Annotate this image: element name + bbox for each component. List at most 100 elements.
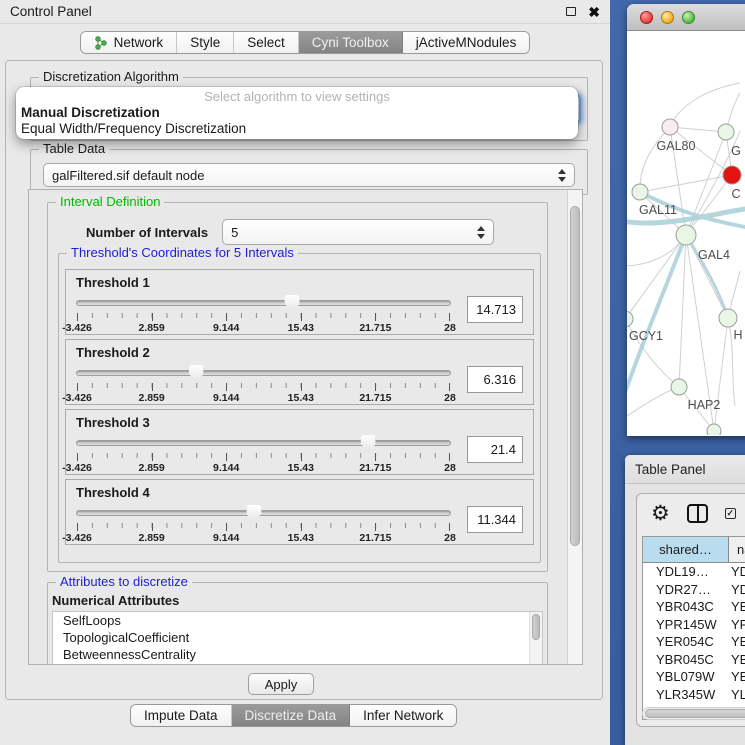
network-window-titlebar[interactable] xyxy=(627,4,745,31)
network-icon xyxy=(94,36,108,50)
network-node[interactable] xyxy=(671,379,687,395)
network-node[interactable] xyxy=(676,225,696,245)
gear-icon[interactable]: ⚙ xyxy=(651,503,670,524)
close-button[interactable] xyxy=(640,11,653,24)
thresholds-group: Threshold's Coordinates for 5 Intervals … xyxy=(58,253,541,563)
network-node[interactable] xyxy=(627,311,633,327)
table-panel-titlebar[interactable]: Table Panel xyxy=(625,455,745,484)
threshold-1-panel: Threshold 1 -3.4262.8599.14415.4321.7152… xyxy=(65,269,534,335)
threshold-4-value-field[interactable]: 11.344 xyxy=(467,506,523,533)
settings-scrollpane: Interval Definition Number of Intervals … xyxy=(28,189,583,665)
column-layout-icon[interactable] xyxy=(687,504,708,523)
tab-style[interactable]: Style xyxy=(177,32,234,53)
threshold-3-slider[interactable]: -3.4262.8599.14415.4321.71528 xyxy=(74,432,455,474)
table-row[interactable]: YPR145WYPR1 xyxy=(643,616,745,634)
tab-cyni-toolbox[interactable]: Cyni Toolbox xyxy=(299,32,403,53)
node-label: H xyxy=(733,328,742,342)
tab-infer-network[interactable]: Infer Network xyxy=(350,705,456,726)
table-cell: YLR345W xyxy=(643,687,729,702)
minimize-button[interactable] xyxy=(661,11,674,24)
slider-handle[interactable] xyxy=(285,295,300,312)
table-cell: YBR0 xyxy=(729,599,745,614)
zoom-button[interactable] xyxy=(682,11,695,24)
network-canvas[interactable]: GAL80GCGAL11GAL4GCY1HHAP2 xyxy=(627,31,745,435)
table-body: YDL19…YDL1YDR27…YDR2YBR043CYBR0YPR145WYP… xyxy=(643,563,745,720)
threshold-1-slider[interactable]: -3.4262.8599.14415.4321.71528 xyxy=(74,292,455,334)
table-row[interactable]: YDR27…YDR2 xyxy=(643,581,745,599)
dropdown-option-equal-width-frequency[interactable]: Equal Width/Frequency Discretization xyxy=(16,121,578,137)
slider-tick-label: 28 xyxy=(444,532,456,544)
node-label: HAP2 xyxy=(688,398,721,412)
numerical-attributes-label: Numerical Attributes xyxy=(52,593,547,608)
network-node[interactable] xyxy=(718,124,734,140)
threshold-4-slider[interactable]: -3.4262.8599.14415.4321.71528 xyxy=(74,502,455,544)
attribute-item[interactable]: SelfLoops xyxy=(53,612,542,629)
list-scrollbar[interactable] xyxy=(529,612,542,664)
network-node[interactable] xyxy=(707,424,721,435)
slider-handle[interactable] xyxy=(246,505,261,522)
slider-tick-label: 28 xyxy=(444,392,456,404)
slider-tick-label: -3.426 xyxy=(62,462,92,474)
number-of-intervals-combobox[interactable]: 5 xyxy=(222,219,494,245)
scrollbar-thumb[interactable] xyxy=(570,206,580,546)
tab-label: Infer Network xyxy=(363,708,443,723)
table-row[interactable]: YLR345WYLR3 xyxy=(643,686,745,704)
column-header-shared-name[interactable]: shared… xyxy=(643,537,729,562)
slider-track[interactable] xyxy=(76,300,451,306)
network-node[interactable] xyxy=(632,184,648,200)
tab-discretize-data[interactable]: Discretize Data xyxy=(232,705,351,726)
threshold-1-value-field[interactable]: 14.713 xyxy=(467,296,523,323)
threshold-2-value-field[interactable]: 6.316 xyxy=(467,366,523,393)
table-row[interactable]: YDL19…YDL1 xyxy=(643,563,745,581)
network-view-window: GAL80GCGAL11GAL4GCY1HHAP2 xyxy=(627,4,745,436)
slider-track[interactable] xyxy=(76,370,451,376)
tab-impute-data[interactable]: Impute Data xyxy=(131,705,232,726)
attribute-item[interactable]: TopologicalCoefficient xyxy=(53,629,542,646)
table-cell: YER0 xyxy=(729,634,745,649)
network-node[interactable] xyxy=(723,166,741,184)
slider-tick-label: 21.715 xyxy=(359,322,391,334)
slider-ticks: -3.4262.8599.14415.4321.71528 xyxy=(77,453,450,458)
table-data-combobox[interactable]: galFiltered.sif default node xyxy=(43,163,575,187)
attribute-item[interactable]: BetweennessCentrality xyxy=(53,646,542,663)
tab-jactivemnodules[interactable]: jActiveMNodules xyxy=(403,32,530,53)
scrollbar-thumb[interactable] xyxy=(645,709,745,718)
table-cell: YBR0 xyxy=(729,652,745,667)
table-row[interactable]: YBR043CYBR0 xyxy=(643,598,745,616)
slider-track[interactable] xyxy=(76,440,451,446)
tab-select[interactable]: Select xyxy=(234,32,299,53)
slider-handle[interactable] xyxy=(361,435,376,452)
dropdown-option-manual-discretization[interactable]: Manual Discretization xyxy=(16,105,578,121)
threshold-2-panel: Threshold 2 -3.4262.8599.14415.4321.7152… xyxy=(65,339,534,405)
horizontal-scrollbar[interactable] xyxy=(642,707,745,720)
slider-tick-label: -3.426 xyxy=(62,532,92,544)
node-label: GAL4 xyxy=(698,248,730,262)
select-all-checkbox-icon[interactable]: ✓ xyxy=(725,508,736,519)
outer-scrollbar[interactable] xyxy=(567,190,582,664)
slider-tick-label: 9.144 xyxy=(213,462,239,474)
table-row[interactable]: YBR045CYBR0 xyxy=(643,651,745,669)
column-header-name[interactable]: na xyxy=(729,537,745,562)
float-window-icon[interactable] xyxy=(566,7,576,16)
tab-network[interactable]: Network xyxy=(81,32,178,53)
apply-button[interactable]: Apply xyxy=(248,673,314,695)
numerical-attributes-list[interactable]: SelfLoopsTopologicalCoefficientBetweenne… xyxy=(52,611,543,665)
table-row[interactable]: YBL079WYBL0 xyxy=(643,668,745,686)
table-row[interactable]: YER054CYER0 xyxy=(643,633,745,651)
desktop-area: GAL80GCGAL11GAL4GCY1HHAP2 Table Panel ⚙ … xyxy=(610,0,745,745)
network-node[interactable] xyxy=(662,119,678,135)
close-icon[interactable]: ✖ xyxy=(588,5,600,19)
network-node[interactable] xyxy=(719,309,737,327)
threshold-3-value-field[interactable]: 21.4 xyxy=(467,436,523,463)
algorithm-dropdown-popup: Select algorithm to view settings Manual… xyxy=(16,87,578,139)
tab-label: Discretize Data xyxy=(245,708,337,723)
panel-title: Control Panel xyxy=(10,4,566,19)
interval-definition-group: Interval Definition Number of Intervals … xyxy=(47,202,548,572)
cyni-toolbox-panel: Discretization Algorithm Select algorith… xyxy=(5,60,603,700)
table-cell: YBR045C xyxy=(643,652,729,667)
threshold-2-slider[interactable]: -3.4262.8599.14415.4321.71528 xyxy=(74,362,455,404)
table-cell: YPR145W xyxy=(643,617,729,632)
slider-handle[interactable] xyxy=(189,365,204,382)
slider-track[interactable] xyxy=(76,510,451,516)
table-cell: YLR3 xyxy=(729,687,745,702)
